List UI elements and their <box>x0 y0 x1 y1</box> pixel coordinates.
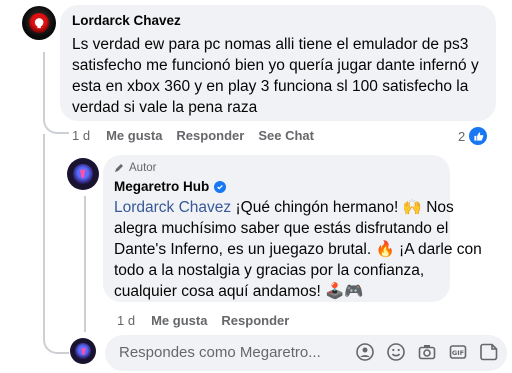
comment-bubble: Lordarck Chavez Ls verdad ew para pc nom… <box>60 5 496 121</box>
author-badge: Autor <box>114 162 157 174</box>
reply-composer[interactable]: Respondes como Megaretro... GIF <box>105 335 507 371</box>
comment-text-line: esta en xbox 360 y en play 3 funciona sl… <box>72 78 469 95</box>
reply-text-line: cualquier cosa aquí andamos! 🕹️🎮 <box>114 283 364 300</box>
camera-icon[interactable] <box>417 342 437 362</box>
reply-author-row: Megaretro Hub <box>114 179 227 194</box>
sticker-icon[interactable] <box>479 342 499 362</box>
composer-avatar <box>70 338 96 364</box>
thread-line <box>43 134 69 354</box>
commenter-avatar[interactable] <box>22 6 56 40</box>
reply-button[interactable]: Responder <box>221 313 289 328</box>
reply-button[interactable]: Responder <box>176 128 244 143</box>
thread-line <box>84 196 86 332</box>
reaction-count: 2 <box>458 128 466 144</box>
reply-author[interactable]: Megaretro Hub <box>114 179 209 194</box>
reply-bubble: Autor Megaretro Hub Lordarck Chavez ¡Qué… <box>103 155 482 302</box>
reaction-summary[interactable]: 2 <box>458 126 489 146</box>
mention-link[interactable]: Lordarck Chavez <box>114 199 231 216</box>
reply-text-line: Lordarck Chavez ¡Qué chingón hermano! 🙌 … <box>114 197 454 218</box>
reply-text: ¡Qué chingón hermano! 🙌 Nos <box>231 199 454 216</box>
author-badge-label: Autor <box>129 162 157 174</box>
comment-text-line: satisfecho me funcionó bien yo quería ju… <box>72 57 479 74</box>
reply-actions: 1 d Me gusta Responder <box>117 313 289 328</box>
comment-text-line: Ls verdad ew para pc nomas alli tiene el… <box>72 36 469 53</box>
like-button[interactable]: Me gusta <box>151 313 207 328</box>
composer-tools: GIF <box>355 342 499 362</box>
thumbs-up-icon <box>468 126 489 146</box>
reply-text-line: Dante's Inferno, es un juegazo brutal. 🔥… <box>114 241 482 258</box>
comment-author[interactable]: Lordarck Chavez <box>72 13 181 28</box>
emoji-icon[interactable] <box>386 342 406 362</box>
comment-actions: 1 d Me gusta Responder See Chat <box>72 128 314 143</box>
verified-badge-icon <box>214 180 227 193</box>
comment-time[interactable]: 1 d <box>72 128 90 143</box>
reply-text-line: todo a la nostalgia y gracias por la con… <box>114 262 425 279</box>
composer-input[interactable]: Respondes como Megaretro... <box>119 344 321 361</box>
reply-time[interactable]: 1 d <box>117 313 135 328</box>
pencil-icon <box>115 164 123 172</box>
reply-text-line: alegra muchísimo saber que estás disfrut… <box>114 220 449 237</box>
logo-icon <box>80 347 86 355</box>
svg-text:GIF: GIF <box>452 349 464 357</box>
avatar-sticker-icon[interactable] <box>355 342 375 362</box>
author-avatar[interactable] <box>67 158 99 190</box>
like-button[interactable]: Me gusta <box>106 128 162 143</box>
see-chat-button[interactable]: See Chat <box>258 128 314 143</box>
comment-text-line: verdad si vale la pena raza <box>72 99 258 116</box>
skull-icon <box>34 17 44 28</box>
logo-icon <box>80 169 86 179</box>
gif-icon[interactable]: GIF <box>448 342 468 362</box>
